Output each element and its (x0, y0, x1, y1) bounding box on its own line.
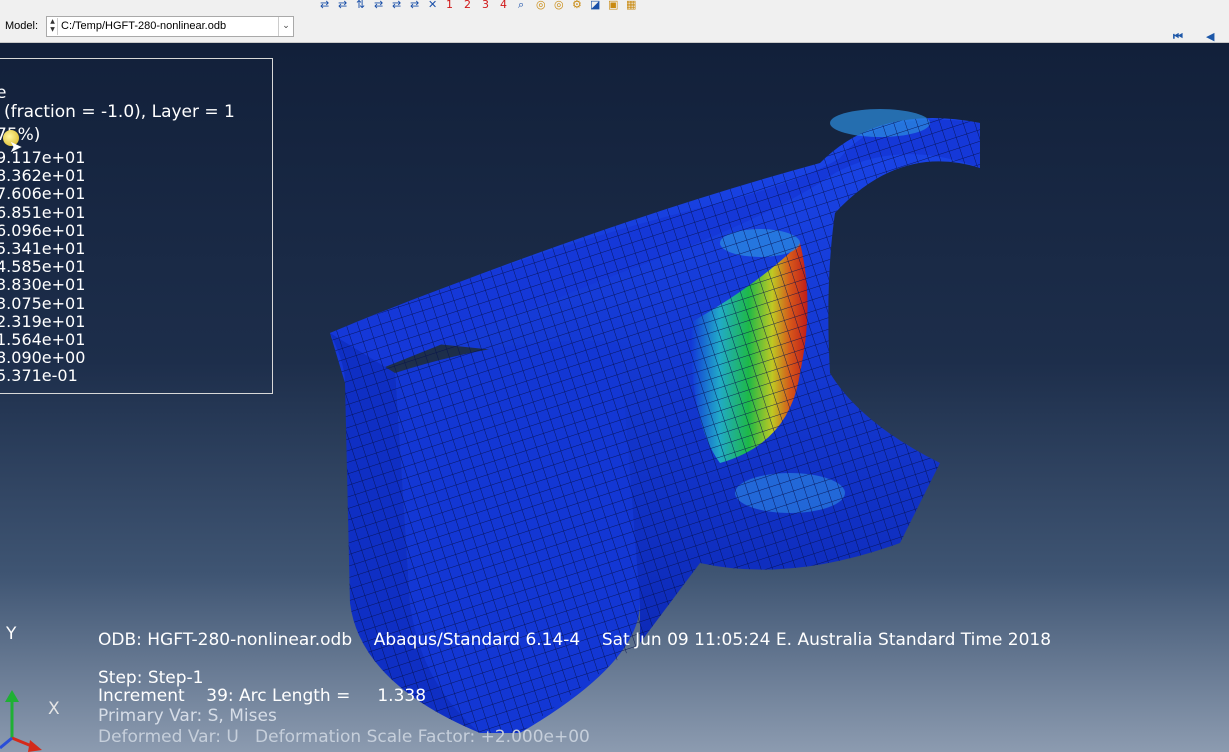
z-axis-line (0, 736, 13, 750)
deformed-var-line: Deformed Var: U Deformation Scale Factor… (98, 727, 590, 747)
model-select[interactable]: ▲ ▼ C:/Temp/HGFT-280-nonlinear.odb ⌄ (46, 16, 294, 37)
odb-info-line: ODB: HGFT-280-nonlinear.odb Abaqus/Stand… (98, 630, 1052, 650)
view-3-icon[interactable]: 3 (482, 0, 496, 10)
model-label: Model: (5, 20, 39, 32)
model-bar: Model: ▲ ▼ C:/Temp/HGFT-280-nonlinear.odb… (0, 12, 1229, 43)
legend-value: 6.096e+01 (0, 220, 86, 240)
chart-icon[interactable]: ◪ (590, 0, 604, 10)
legend-subtitle: (fraction = -1.0), Layer = 1 (4, 102, 235, 122)
cube-icon[interactable]: ◎ (536, 0, 550, 10)
legend-value: 5.371e-01 (0, 366, 78, 386)
legend-value: 7.606e+01 (0, 184, 86, 204)
gear-icon[interactable]: ⚙ (572, 0, 586, 10)
rotate-y-icon[interactable]: ⇄ (338, 0, 352, 10)
pan-left-icon[interactable]: ⇄ (374, 0, 388, 10)
legend-value: 5.341e+01 (0, 239, 86, 259)
axis-icon[interactable]: ✕ (428, 0, 442, 10)
viewport[interactable]: e (fraction = -1.0), Layer = 1 75%) 9.11… (0, 43, 1229, 752)
step-info-line: Step: Step-1 (98, 668, 204, 688)
folder-icon[interactable]: ▣ (608, 0, 622, 10)
legend-value: 8.362e+01 (0, 166, 86, 186)
view-2-icon[interactable]: 2 (464, 0, 478, 10)
legend-title: e (0, 83, 7, 103)
legend-value: 2.319e+01 (0, 311, 86, 331)
cube2-icon[interactable]: ◎ (554, 0, 568, 10)
previous-frame-button[interactable]: ◀ (1206, 30, 1215, 43)
first-frame-button[interactable]: ⏮ (1173, 30, 1183, 44)
legend-value: 4.585e+01 (0, 257, 86, 277)
toolbar-icon-row: ⇄ ⇄ ⇅ ⇄ ⇄ ⇄ ✕ 1 2 3 4 ⌕ ◎ ◎ ⚙ ◪ ▣ ▦ (320, 0, 640, 12)
query-icon[interactable]: ⌕ (518, 0, 532, 10)
legend-value: 1.564e+01 (0, 330, 86, 350)
chevron-down-icon[interactable]: ⌄ (278, 17, 293, 36)
increment-info-line: Increment 39: Arc Length = 1.338 (98, 686, 427, 706)
y-axis-arrow (5, 690, 19, 702)
legend-value: 8.090e+00 (0, 348, 86, 368)
view-4-icon[interactable]: 4 (500, 0, 514, 10)
pan-z-icon[interactable]: ⇄ (410, 0, 424, 10)
grid-icon[interactable]: ▦ (626, 0, 640, 10)
contour-legend: e (fraction = -1.0), Layer = 1 75%) 9.11… (0, 58, 273, 394)
model-value: C:/Temp/HGFT-280-nonlinear.odb (61, 20, 227, 32)
triad-x-label: X (48, 699, 60, 719)
legend-value: 3.075e+01 (0, 293, 86, 313)
rotate-x-icon[interactable]: ⇄ (320, 0, 334, 10)
mouse-pointer-icon: ➤ (9, 137, 23, 156)
top-toolbar-strip: ⇄ ⇄ ⇅ ⇄ ⇄ ⇄ ✕ 1 2 3 4 ⌕ ◎ ◎ ⚙ ◪ ▣ ▦ (0, 0, 1229, 12)
triad-y-label: Y (6, 624, 17, 644)
rotate-z-icon[interactable]: ⇅ (356, 0, 370, 10)
legend-value-list: 9.117e+01 8.362e+01 7.606e+01 6.851e+01 … (0, 148, 86, 386)
spin-icon[interactable]: ▲ ▼ (48, 18, 58, 35)
view-1-icon[interactable]: 1 (446, 0, 460, 10)
legend-value: 3.830e+01 (0, 275, 86, 295)
legend-value: 6.851e+01 (0, 202, 86, 222)
primary-var-line: Primary Var: S, Mises (98, 706, 277, 726)
pan-right-icon[interactable]: ⇄ (392, 0, 406, 10)
x-axis-arrow (28, 740, 42, 752)
